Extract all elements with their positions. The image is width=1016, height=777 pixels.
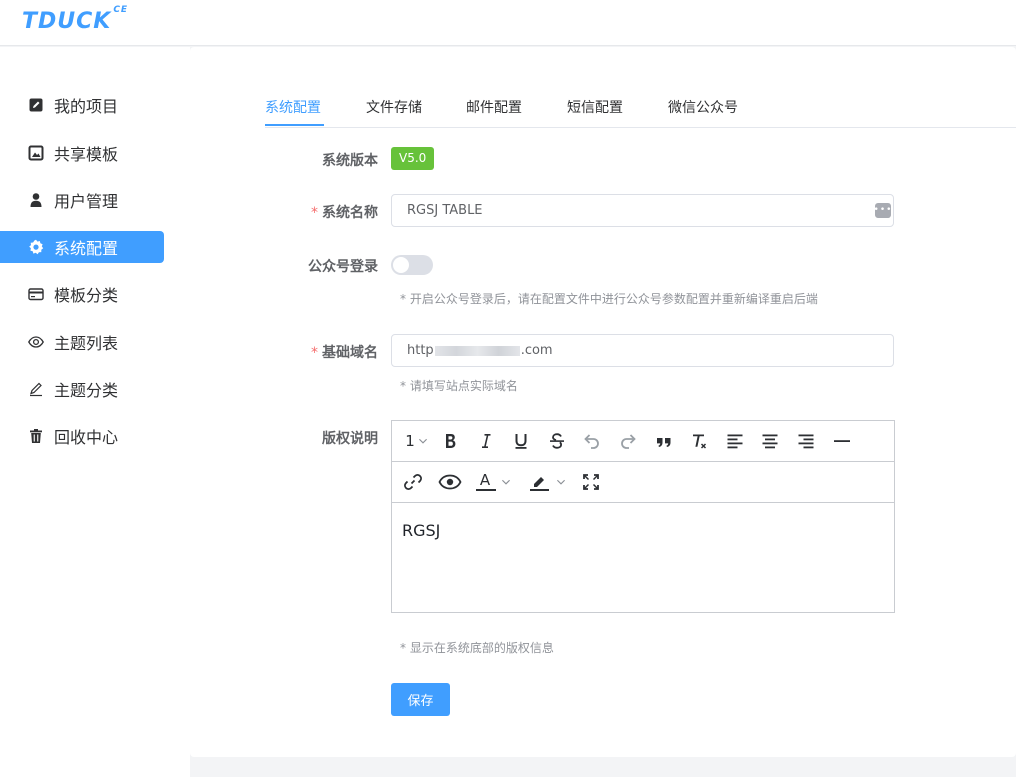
config-tabs: 系统配置 文件存储 邮件配置 短信配置 微信公众号 xyxy=(265,91,1016,128)
main-panel: 系统配置 文件存储 邮件配置 短信配置 微信公众号 系统版本 V5.0 * 系统名… xyxy=(190,47,1016,757)
gear-icon xyxy=(28,239,44,255)
copyright-label-text: 版权说明 xyxy=(322,431,378,447)
top-bar: TDUCK CE xyxy=(0,0,1016,46)
domain-input[interactable]: http .com xyxy=(391,334,894,367)
logo-text: TDUCK xyxy=(22,9,112,34)
wx-login-label: 公众号登录 xyxy=(258,256,378,276)
active-tab-indicator xyxy=(265,124,324,126)
sidebar-item-label: 主题列表 xyxy=(54,334,119,353)
sidebar-item-label: 共享模板 xyxy=(54,145,119,164)
fullscreen-icon[interactable] xyxy=(581,472,601,492)
font-color-underline xyxy=(476,489,496,491)
system-name-label-text: 系统名称 xyxy=(322,205,378,221)
quote-icon[interactable] xyxy=(654,431,674,451)
font-color-letter: A xyxy=(479,471,491,489)
font-color-select[interactable]: A xyxy=(476,471,516,492)
tab-file-storage[interactable]: 文件存储 xyxy=(366,97,422,117)
tab-sms-config[interactable]: 短信配置 xyxy=(567,97,623,117)
sidebar-item-label: 我的项目 xyxy=(54,97,119,116)
sidebar-item-label: 用户管理 xyxy=(54,192,119,211)
more-dots-icon[interactable]: ••• xyxy=(874,203,891,218)
sidebar-item-theme-list[interactable]: 主题列表 xyxy=(0,326,164,358)
copyright-rich-editor: 1 A RGSJ xyxy=(391,420,895,613)
horizontal-rule-icon[interactable] xyxy=(832,431,852,451)
editor-toolbar-row-1: 1 xyxy=(392,421,894,462)
background-color-select[interactable] xyxy=(526,472,570,492)
sidebar-item-label: 系统配置 xyxy=(54,239,119,258)
strikethrough-icon[interactable] xyxy=(547,431,567,451)
chevron-down-icon xyxy=(418,438,427,444)
wx-login-label-text: 公众号登录 xyxy=(308,259,378,275)
copyright-hint: * 显示在系统底部的版权信息 xyxy=(400,641,554,655)
user-icon xyxy=(28,192,44,208)
align-left-icon[interactable] xyxy=(725,431,745,451)
align-right-icon[interactable] xyxy=(796,431,816,451)
tab-mail-config[interactable]: 邮件配置 xyxy=(466,97,522,117)
heading-value: 1 xyxy=(405,432,415,450)
credit-card-icon xyxy=(28,286,44,302)
domain-suffix: .com xyxy=(520,343,553,358)
chevron-down-icon xyxy=(557,479,565,485)
sidebar-item-theme-categories[interactable]: 主题分类 xyxy=(0,373,164,405)
sidebar-item-my-projects[interactable]: 我的项目 xyxy=(0,89,164,121)
bold-icon[interactable] xyxy=(440,431,460,451)
underline-icon[interactable] xyxy=(511,431,531,451)
domain-label-text: 基础域名 xyxy=(322,345,378,361)
clear-format-icon[interactable] xyxy=(689,431,709,451)
system-name-value: RGSJ TABLE xyxy=(407,203,483,218)
logo-sup: CE xyxy=(113,4,129,15)
domain-prefix: http xyxy=(407,343,434,358)
copyright-label: 版权说明 xyxy=(258,428,378,448)
preview-eye-icon[interactable] xyxy=(438,472,462,492)
domain-hint: * 请填写站点实际域名 xyxy=(400,379,518,393)
italic-icon[interactable] xyxy=(476,431,496,451)
sidebar-item-template-categories[interactable]: 模板分类 xyxy=(0,278,164,310)
sidebar-item-system-config[interactable]: 系统配置 xyxy=(0,231,164,263)
wx-login-hint: * 开启公众号登录后，请在配置文件中进行公众号参数配置并重新编译重启后端 xyxy=(400,292,818,306)
tab-system-config[interactable]: 系统配置 xyxy=(265,97,321,117)
version-label-text: 系统版本 xyxy=(322,153,378,169)
chevron-down-icon xyxy=(502,479,511,485)
redo-icon[interactable] xyxy=(618,431,638,451)
heading-select[interactable]: 1 xyxy=(404,431,430,451)
tab-wechat-official[interactable]: 微信公众号 xyxy=(668,97,738,117)
pen-icon xyxy=(28,381,44,397)
version-badge: V5.0 xyxy=(391,147,435,170)
switch-knob xyxy=(393,257,409,273)
redacted-block xyxy=(434,345,520,356)
sidebar-item-label: 模板分类 xyxy=(54,286,119,305)
trash-icon xyxy=(28,428,44,444)
eye-icon xyxy=(28,334,44,350)
link-icon[interactable] xyxy=(403,472,423,492)
edit-square-icon xyxy=(28,97,44,113)
system-name-label: * 系统名称 xyxy=(258,202,378,222)
editor-content[interactable]: RGSJ xyxy=(402,521,440,540)
version-label: 系统版本 xyxy=(258,150,378,170)
required-mark: * xyxy=(311,345,318,361)
sidebar-item-recycle-center[interactable]: 回收中心 xyxy=(0,420,164,452)
sidebar-item-shared-templates[interactable]: 共享模板 xyxy=(0,137,164,169)
system-name-input[interactable]: RGSJ TABLE ••• xyxy=(391,194,894,227)
app-logo[interactable]: TDUCK CE xyxy=(22,5,128,34)
required-mark: * xyxy=(311,205,318,221)
editor-toolbar-row-2: A xyxy=(392,462,894,503)
align-center-icon[interactable] xyxy=(760,431,780,451)
save-button[interactable]: 保存 xyxy=(391,683,450,716)
domain-label: * 基础域名 xyxy=(258,342,378,362)
sidebar: 我的项目 共享模板 用户管理 系统配置 模板分类 主题列表 主题分类 回收中心 xyxy=(0,47,190,777)
picture-icon xyxy=(28,145,44,161)
sidebar-item-label: 主题分类 xyxy=(54,381,119,400)
wx-login-switch[interactable] xyxy=(391,255,433,275)
sidebar-item-label: 回收中心 xyxy=(54,428,119,447)
undo-icon[interactable] xyxy=(582,431,602,451)
highlighter-icon xyxy=(530,477,549,491)
sidebar-item-user-management[interactable]: 用户管理 xyxy=(0,184,164,216)
